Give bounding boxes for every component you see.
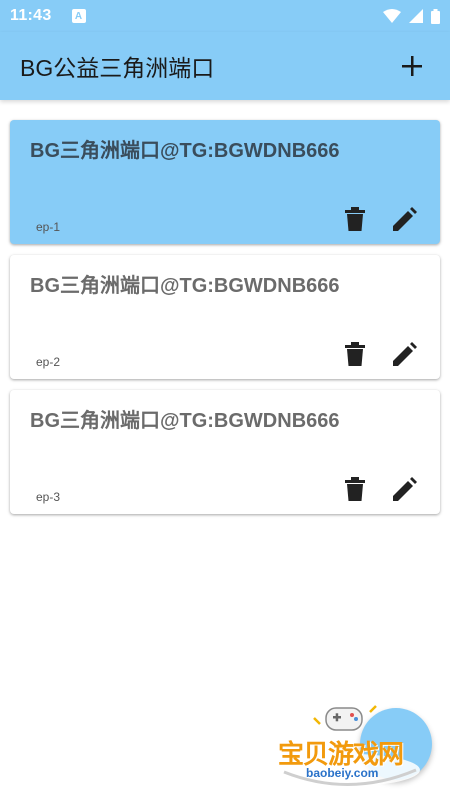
- edit-button[interactable]: [390, 339, 420, 369]
- watermark-domain-text: baobeiy.com: [306, 766, 379, 780]
- plus-icon: [402, 56, 422, 76]
- edit-button[interactable]: [390, 474, 420, 504]
- trash-icon: [345, 477, 365, 501]
- trash-icon: [345, 342, 365, 366]
- status-bar: 11:43 A: [0, 0, 450, 32]
- card-subtitle: ep-3: [36, 490, 61, 504]
- signal-icon: [409, 9, 423, 23]
- card-title: BG三角洲端口@TG:BGWDNB666: [30, 140, 340, 162]
- delete-button[interactable]: [340, 339, 370, 369]
- gamepad-icon: [325, 707, 363, 731]
- edit-button[interactable]: [390, 204, 420, 234]
- notification-icon: A: [71, 9, 86, 23]
- pencil-icon: [393, 207, 417, 231]
- trash-icon: [345, 207, 365, 231]
- card-subtitle: ep-2: [36, 355, 61, 369]
- add-button[interactable]: [394, 48, 430, 84]
- watermark-logo: 宝贝游戏网 baobeiy.com: [270, 700, 430, 790]
- app-title: BG公益三角洲端口: [20, 55, 215, 81]
- card-ep-1[interactable]: BG三角洲端口@TG:BGWDNB666 ep-1: [10, 120, 440, 244]
- battery-icon: [431, 8, 440, 24]
- wifi-icon: [383, 9, 401, 23]
- status-icons: [383, 8, 440, 24]
- app-bar: BG公益三角洲端口: [0, 32, 450, 100]
- status-time: 11:43: [10, 7, 52, 24]
- card-ep-3[interactable]: BG三角洲端口@TG:BGWDNB666 ep-3: [10, 390, 440, 514]
- card-title: BG三角洲端口@TG:BGWDNB666: [30, 275, 340, 297]
- card-title: BG三角洲端口@TG:BGWDNB666: [30, 410, 340, 432]
- delete-button[interactable]: [340, 204, 370, 234]
- delete-button[interactable]: [340, 474, 370, 504]
- pencil-icon: [393, 477, 417, 501]
- pencil-icon: [393, 342, 417, 366]
- card-ep-2[interactable]: BG三角洲端口@TG:BGWDNB666 ep-2: [10, 255, 440, 379]
- card-subtitle: ep-1: [36, 220, 61, 234]
